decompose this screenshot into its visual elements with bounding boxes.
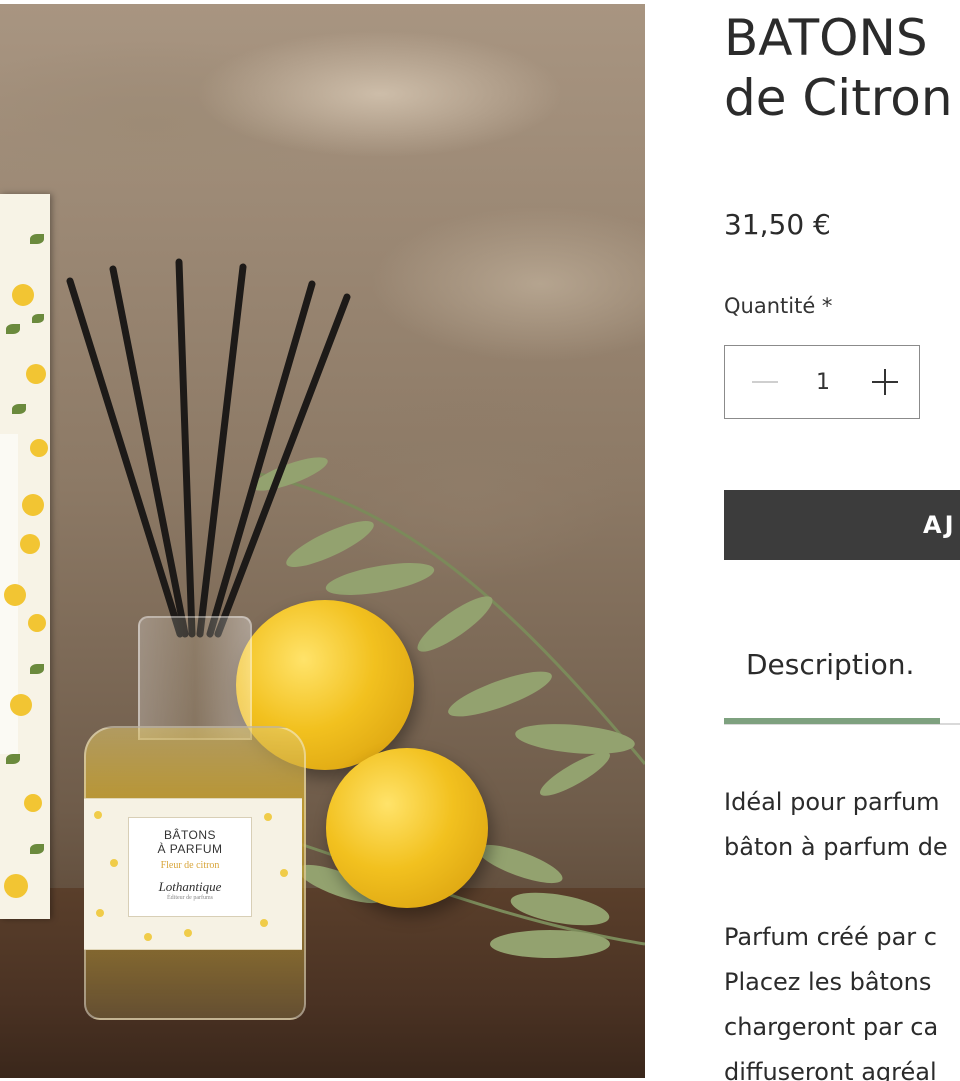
bottle-neck xyxy=(138,616,252,740)
product-title: BATONS de Citron xyxy=(724,8,960,128)
product-title-line1: BATONS xyxy=(724,9,928,67)
lemon-front xyxy=(326,748,488,908)
quantity-label: Quantité * xyxy=(724,294,833,318)
add-to-cart-button[interactable]: AJ xyxy=(724,490,960,560)
description-p1-line2: bâton à parfum de xyxy=(724,833,948,861)
label-scent: Fleur de citron xyxy=(160,860,220,871)
tab-active-indicator xyxy=(724,718,940,724)
product-description: Idéal pour parfum bâton à parfum de Parf… xyxy=(724,780,960,1081)
description-paragraph-2: Parfum créé par c Placez les bâtons char… xyxy=(724,915,960,1081)
description-p2-line3: chargeront par ca xyxy=(724,1013,939,1041)
diffuser-bottle: BÂTONS À PARFUM Fleur de citron Lothanti… xyxy=(84,616,306,1020)
packaging-box xyxy=(0,194,50,919)
label-card: BÂTONS À PARFUM Fleur de citron Lothanti… xyxy=(128,817,252,917)
description-p2-line4: diffuseront agréal xyxy=(724,1058,937,1081)
label-title-line2: À PARFUM xyxy=(157,842,223,856)
product-image: BÂTONS À PARFUM Fleur de citron Lothanti… xyxy=(0,4,645,1078)
description-p1-line1: Idéal pour parfum xyxy=(724,788,940,816)
quantity-stepper xyxy=(724,345,920,419)
label-brand: Lothantique xyxy=(158,879,222,894)
product-price: 31,50 € xyxy=(724,208,831,241)
description-p2-line2: Placez les bâtons xyxy=(724,968,932,996)
product-info: BATONS de Citron 31,50 € Quantité * AJ D… xyxy=(724,0,960,1081)
label-title-line1: BÂTONS xyxy=(163,828,217,842)
plus-icon xyxy=(872,369,898,395)
quantity-decrease-button[interactable] xyxy=(735,346,795,418)
description-paragraph-1: Idéal pour parfum bâton à parfum de xyxy=(724,780,960,870)
tab-description[interactable]: Description. xyxy=(746,648,914,681)
minus-icon xyxy=(752,381,778,383)
product-title-line2: de Citron xyxy=(724,69,953,127)
bottle-label: BÂTONS À PARFUM Fleur de citron Lothanti… xyxy=(84,798,302,950)
product-page: BÂTONS À PARFUM Fleur de citron Lothanti… xyxy=(0,0,960,1081)
label-brand-sub: Éditeur de parfums xyxy=(167,895,213,901)
quantity-increase-button[interactable] xyxy=(855,346,915,418)
description-p2-line1: Parfum créé par c xyxy=(724,923,937,951)
quantity-input[interactable] xyxy=(795,362,851,402)
